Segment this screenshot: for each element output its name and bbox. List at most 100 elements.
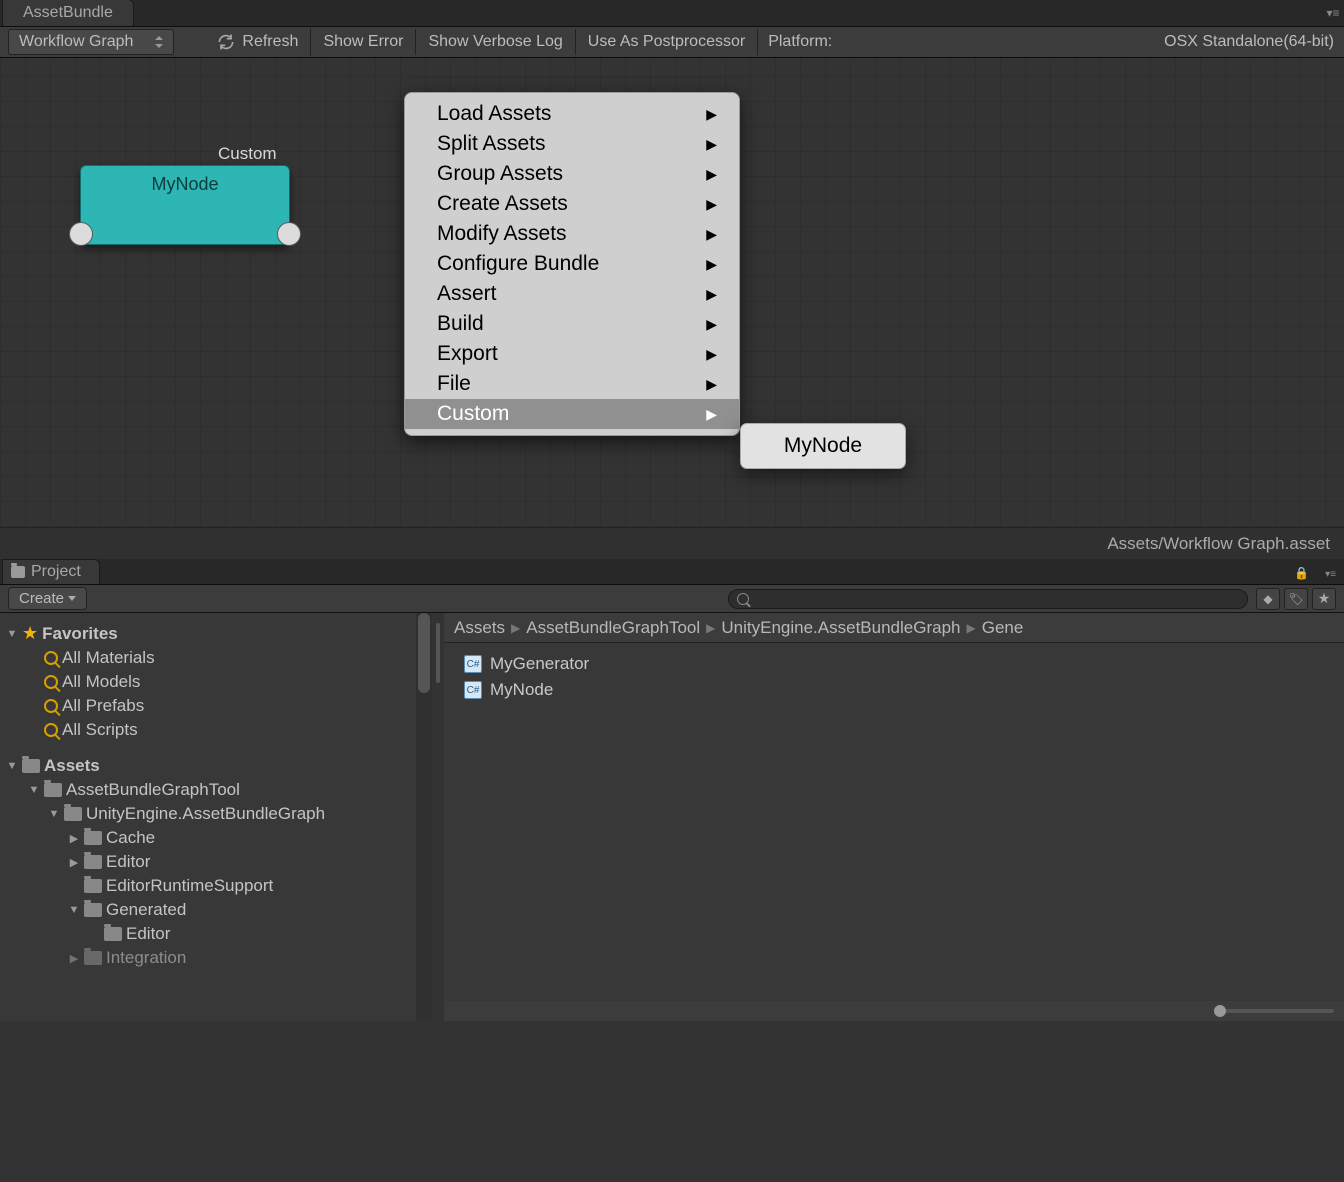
show-verbose-button[interactable]: Show Verbose Log <box>416 29 575 55</box>
tree-integration[interactable]: ▶Integration <box>6 946 432 970</box>
node-title: MyNode <box>81 166 289 195</box>
menu-create-assets[interactable]: Create Assets▶ <box>405 189 739 219</box>
search-icon <box>44 723 58 737</box>
menu-split-assets[interactable]: Split Assets▶ <box>405 129 739 159</box>
project-body: ▼★Favorites All Materials All Models All… <box>0 613 1344 1021</box>
tree-scrollbar[interactable] <box>416 613 432 1021</box>
file-list: C#MyGenerator C#MyNode <box>444 643 1344 1001</box>
tree-fav-scripts[interactable]: All Scripts <box>6 718 432 742</box>
dropdown-arrow-icon <box>68 596 76 601</box>
tree-editorruntime[interactable]: EditorRuntimeSupport <box>6 874 432 898</box>
submenu-arrow-icon: ▶ <box>706 166 717 183</box>
graph-canvas[interactable]: MyNode Custom Load Assets▶ Split Assets▶… <box>0 58 1344 527</box>
bc-assets[interactable]: Assets <box>454 618 505 638</box>
folder-icon <box>64 807 82 821</box>
tree-unityengine-abg[interactable]: ▼UnityEngine.AssetBundleGraph <box>6 802 432 826</box>
hierarchy-icon: ◆ <box>1263 592 1272 606</box>
menu-group-assets[interactable]: Group Assets▶ <box>405 159 739 189</box>
search-icon <box>44 651 58 665</box>
menu-configure-bundle[interactable]: Configure Bundle▶ <box>405 249 739 279</box>
tree-fav-models[interactable]: All Models <box>6 670 432 694</box>
refresh-icon <box>216 32 236 52</box>
submenu-arrow-icon: ▶ <box>706 286 717 303</box>
folder-icon <box>84 951 102 965</box>
node-output-port[interactable] <box>277 222 301 246</box>
refresh-label: Refresh <box>242 33 298 51</box>
graph-node-mynode[interactable]: MyNode <box>80 165 290 245</box>
search-input[interactable] <box>728 589 1248 609</box>
workflow-dropdown[interactable]: Workflow Graph <box>8 29 174 55</box>
lock-icon[interactable]: 🔒 <box>1286 562 1317 584</box>
submenu-arrow-icon: ▶ <box>706 316 717 333</box>
bc-ue-abg[interactable]: UnityEngine.AssetBundleGraph <box>721 618 960 638</box>
menu-build[interactable]: Build▶ <box>405 309 739 339</box>
menu-file[interactable]: File▶ <box>405 369 739 399</box>
tab-project[interactable]: Project <box>2 559 100 584</box>
search-icon <box>44 675 58 689</box>
project-tree: ▼★Favorites All Materials All Models All… <box>0 613 432 1021</box>
menu-load-assets[interactable]: Load Assets▶ <box>405 99 739 129</box>
chevron-right-icon: ▶ <box>706 621 715 635</box>
bc-abgt[interactable]: AssetBundleGraphTool <box>526 618 700 638</box>
menu-modify-assets[interactable]: Modify Assets▶ <box>405 219 739 249</box>
tab-assetbundle[interactable]: AssetBundle <box>2 0 134 26</box>
submenu-arrow-icon: ▶ <box>706 406 717 423</box>
submenu-mynode[interactable]: MyNode <box>741 432 905 460</box>
tree-editor[interactable]: ▶Editor <box>6 850 432 874</box>
tree-generated-editor[interactable]: Editor <box>6 922 432 946</box>
chevron-right-icon: ▶ <box>966 621 975 635</box>
menu-assert[interactable]: Assert▶ <box>405 279 739 309</box>
content-footer <box>444 1001 1344 1021</box>
graph-asset-path: Assets/Workflow Graph.asset <box>1107 534 1330 554</box>
panel-options-icon[interactable]: ▾≡ <box>1322 6 1344 26</box>
bc-gen[interactable]: Gene <box>982 618 1024 638</box>
tree-generated[interactable]: ▼Generated <box>6 898 432 922</box>
project-toolbar: Create ◆ 🏷 ★ <box>0 585 1344 613</box>
tree-assets[interactable]: ▼Assets <box>6 754 432 778</box>
tree-fav-prefabs[interactable]: All Prefabs <box>6 694 432 718</box>
create-button[interactable]: Create <box>8 587 87 610</box>
submenu-arrow-icon: ▶ <box>706 196 717 213</box>
use-postprocessor-button[interactable]: Use As Postprocessor <box>576 29 758 55</box>
menu-export[interactable]: Export▶ <box>405 339 739 369</box>
folder-icon <box>84 903 102 917</box>
project-content: Assets ▶ AssetBundleGraphTool ▶ UnityEngin… <box>444 613 1344 1021</box>
node-subtitle: Custom <box>218 144 1336 164</box>
tree-cache[interactable]: ▶Cache <box>6 826 432 850</box>
submenu-arrow-icon: ▶ <box>706 256 717 273</box>
folder-icon <box>84 855 102 869</box>
submenu-arrow-icon: ▶ <box>706 106 717 123</box>
graph-toolbar: Workflow Graph Refresh Show Error Show V… <box>0 27 1344 58</box>
tree-assetbundlegraphtool[interactable]: ▼AssetBundleGraphTool <box>6 778 432 802</box>
submenu-arrow-icon: ▶ <box>706 136 717 153</box>
folder-icon <box>11 566 25 578</box>
menu-custom[interactable]: Custom▶ <box>405 399 739 429</box>
platform-dropdown[interactable]: OSX Standalone(64-bit) <box>1154 29 1344 55</box>
submenu-arrow-icon: ▶ <box>706 346 717 363</box>
refresh-button[interactable]: Refresh <box>204 28 311 56</box>
scrollbar-thumb[interactable] <box>418 613 430 693</box>
submenu-arrow-icon: ▶ <box>706 226 717 243</box>
star-icon: ★ <box>1318 590 1331 607</box>
graph-footer: Assets/Workflow Graph.asset <box>0 527 1344 559</box>
chevron-right-icon: ▶ <box>511 621 520 635</box>
filter-by-type-button[interactable]: ◆ <box>1256 588 1280 610</box>
slider-thumb[interactable] <box>1214 1005 1226 1017</box>
panel-divider[interactable] <box>432 613 444 1021</box>
file-mygenerator[interactable]: C#MyGenerator <box>464 651 1324 677</box>
tree-favorites[interactable]: ▼★Favorites <box>6 621 432 646</box>
csharp-icon: C# <box>464 655 482 673</box>
csharp-icon: C# <box>464 681 482 699</box>
show-error-button[interactable]: Show Error <box>311 29 416 55</box>
favorite-button[interactable]: ★ <box>1312 588 1336 610</box>
folder-icon <box>84 879 102 893</box>
platform-label: Platform: <box>758 29 842 55</box>
search-icon <box>737 593 749 605</box>
filter-by-label-button[interactable]: 🏷 <box>1284 588 1308 610</box>
file-mynode[interactable]: C#MyNode <box>464 677 1324 703</box>
node-input-port[interactable] <box>69 222 93 246</box>
context-submenu: MyNode <box>740 423 906 469</box>
panel-options-icon[interactable]: ▾≡ <box>1317 565 1344 584</box>
tree-fav-materials[interactable]: All Materials <box>6 646 432 670</box>
icon-size-slider[interactable] <box>1214 1009 1334 1013</box>
